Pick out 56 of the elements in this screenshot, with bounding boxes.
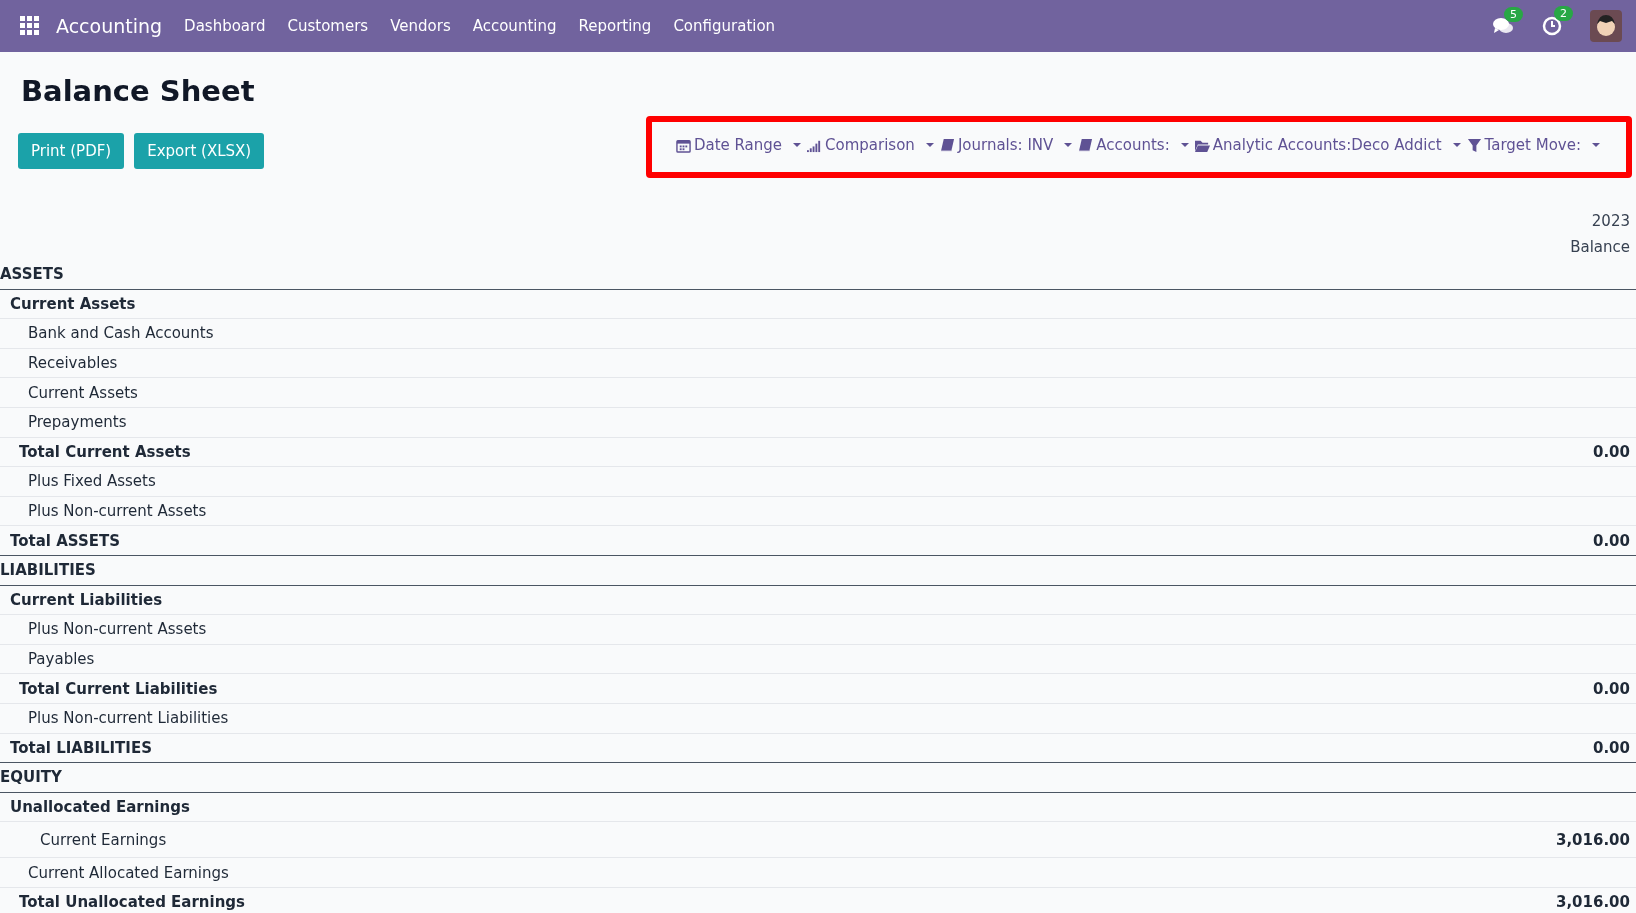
row-label: Total Unallocated Earnings — [18, 893, 246, 912]
row-label: Total ASSETS — [9, 531, 121, 550]
filter-dropdown[interactable]: Journals: INV — [939, 136, 1073, 154]
filter-dropdown[interactable]: Date Range — [675, 136, 802, 154]
app-name: Accounting — [56, 15, 163, 37]
row-label: Receivables — [27, 354, 118, 373]
row-label: Current Earnings — [39, 830, 167, 849]
amount: 0.00 — [1593, 442, 1630, 461]
action-button[interactable]: Export (XLSX) — [134, 133, 265, 169]
row-label: Payables — [27, 650, 95, 668]
book-icon — [939, 137, 955, 153]
calendar-icon — [675, 137, 691, 153]
row-label: Unallocated Earnings — [9, 798, 190, 816]
filter-dropdown[interactable]: Analytic Accounts:Deco Addict — [1194, 136, 1461, 154]
notification-badge: 2 — [1554, 6, 1573, 21]
row-label: EQUITY — [0, 768, 62, 787]
user-avatar[interactable] — [1590, 10, 1622, 42]
row-label: Current Liabilities — [9, 590, 163, 609]
menu-item[interactable]: Configuration — [673, 17, 776, 35]
column-header: 2023 — [1590, 211, 1631, 232]
row-label: Prepayments — [27, 413, 127, 432]
row-label: Total LIABILITIES — [9, 738, 152, 757]
filter-dropdown[interactable]: Target Move: — [1466, 136, 1600, 154]
amount: 0.00 — [1593, 531, 1630, 550]
book-icon — [1078, 137, 1094, 153]
row-label: Plus Fixed Assets — [27, 472, 156, 491]
apps-grid-icon[interactable] — [20, 16, 40, 36]
filter-dropdown[interactable]: Comparison — [807, 136, 934, 154]
row-label: Total Current Assets — [18, 442, 191, 461]
row-label: Current Assets — [27, 383, 138, 402]
page-title: Balance Sheet — [21, 74, 256, 108]
menu-item[interactable]: Reporting — [578, 17, 652, 35]
amount: 0.00 — [1593, 679, 1630, 698]
amount: 0.00 — [1593, 738, 1630, 757]
menu-item[interactable]: Customers — [287, 17, 369, 35]
filter-dropdown[interactable]: Accounts: — [1078, 136, 1189, 154]
menu-item[interactable]: Dashboard — [184, 17, 266, 35]
row-label: Bank and Cash Accounts — [27, 324, 214, 343]
chat-icon[interactable] — [1492, 17, 1514, 35]
row-label: LIABILITIES — [0, 561, 96, 580]
amount: 3,016.00 — [1555, 830, 1630, 849]
column-header: Balance — [1569, 237, 1631, 258]
notification-badge: 5 — [1504, 7, 1523, 22]
row-label: Plus Non-current Assets — [27, 502, 207, 521]
row-label: Plus Non-current Liabilities — [27, 709, 229, 728]
row-label: ASSETS — [0, 265, 64, 284]
row-label: Current Assets — [9, 294, 136, 313]
action-button[interactable]: Print (PDF) — [18, 133, 125, 169]
filter-icon — [1466, 137, 1482, 153]
row-label: Total Current Liabilities — [18, 679, 218, 698]
clock-icon[interactable] — [1542, 16, 1562, 36]
amount: 3,016.00 — [1555, 893, 1630, 912]
menu-item[interactable]: Accounting — [472, 17, 557, 35]
row-label: Plus Non-current Assets — [27, 620, 207, 639]
row-label: Current Allocated Earnings — [27, 863, 229, 882]
menu-item[interactable]: Vendors — [390, 17, 451, 35]
